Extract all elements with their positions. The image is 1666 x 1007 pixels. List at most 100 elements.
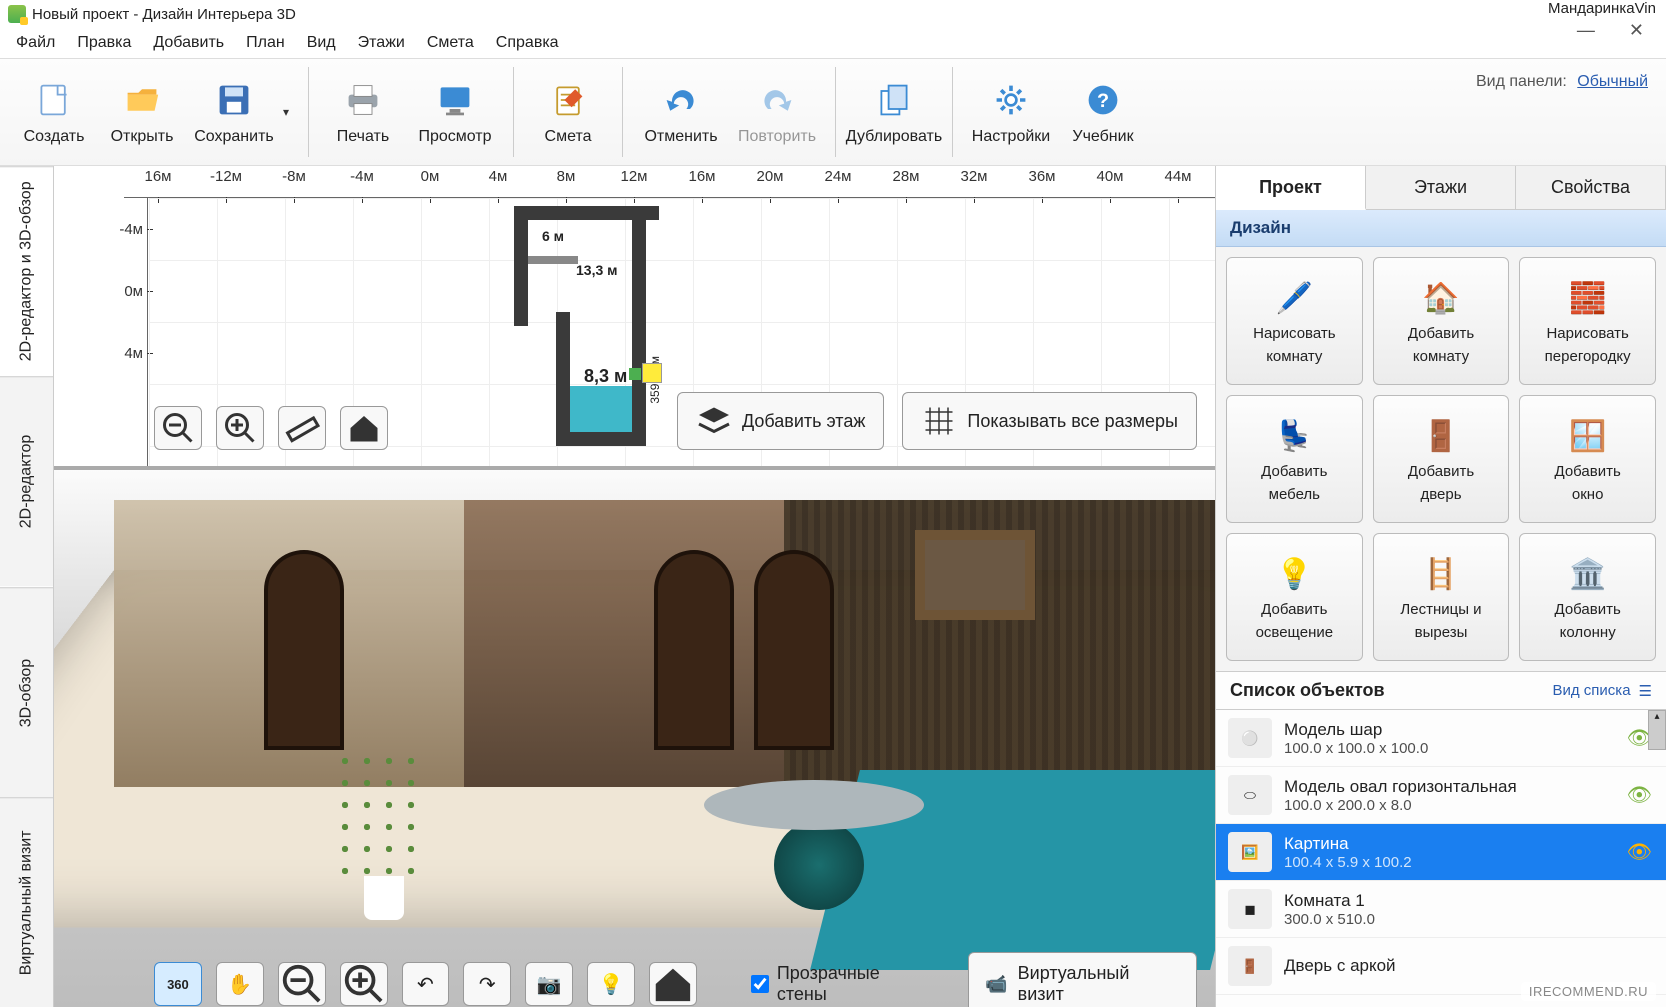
printer-icon (341, 78, 385, 122)
layers-icon (696, 403, 732, 439)
show-dimensions-button[interactable]: Показывать все размеры (902, 392, 1197, 450)
list-item[interactable]: ⬭ Модель овал горизонтальная100.0 x 200.… (1216, 767, 1666, 824)
left-tabs: 2D-редактор и 3D-обзор 2D-редактор 3D-об… (0, 166, 54, 1007)
help-button[interactable]: ? Учебник (1063, 72, 1143, 152)
window-controls: — ✕ (1577, 20, 1644, 41)
zoom-in-3d-button[interactable] (340, 962, 388, 1006)
rotate-right-button[interactable]: ↷ (463, 962, 511, 1006)
door-object (264, 550, 344, 750)
door-object (754, 550, 834, 750)
ruler-vertical: -4м 0м 4м (124, 198, 148, 466)
open-button[interactable]: Открыть (102, 72, 182, 152)
camera-icon: 📹 (985, 974, 1007, 995)
measure-button[interactable] (278, 406, 326, 450)
draw-room-button[interactable]: 🖊️Нарисоватькомнату (1226, 257, 1363, 385)
left-tab-virtual[interactable]: Виртуальный визит (0, 797, 53, 1007)
dimensions-icon (921, 403, 957, 439)
home-3d-button[interactable] (649, 962, 697, 1006)
add-floor-button[interactable]: Добавить этаж (677, 392, 884, 450)
panel-mode-link[interactable]: Обычный (1577, 73, 1648, 90)
add-column-button[interactable]: 🏛️Добавитьколонну (1519, 533, 1656, 661)
snapshot-button[interactable]: 📷 (525, 962, 573, 1006)
folder-open-icon (120, 78, 164, 122)
menu-edit[interactable]: Правка (67, 30, 141, 56)
monitor-icon (433, 78, 477, 122)
save-button[interactable]: Сохранить (190, 72, 278, 152)
add-room-button[interactable]: 🏠Добавитькомнату (1373, 257, 1510, 385)
selection-marker[interactable] (642, 363, 662, 383)
create-button[interactable]: Создать (14, 72, 94, 152)
estimate-button[interactable]: Смета (528, 72, 608, 152)
tab-project[interactable]: Проект (1216, 166, 1366, 210)
left-tab-2d3d[interactable]: 2D-редактор и 3D-обзор (0, 166, 53, 376)
design-section-header: Дизайн (1216, 210, 1666, 247)
left-tab-2d[interactable]: 2D-редактор (0, 376, 53, 586)
list-item[interactable]: ⚪ Модель шар100.0 x 100.0 x 100.0 👁 (1216, 710, 1666, 767)
view3d-toolbar: 360 ✋ ↶ ↷ 📷 💡 Прозрачные стены 📹 Виртуал… (154, 955, 1197, 1007)
object-list: ⚪ Модель шар100.0 x 100.0 x 100.0 👁 ⬭ Мо… (1216, 710, 1666, 1007)
pan-button[interactable]: ✋ (216, 962, 264, 1006)
zoom-out-3d-button[interactable] (278, 962, 326, 1006)
duplicate-button[interactable]: Дублировать (850, 72, 938, 152)
save-dropdown[interactable]: ▾ (278, 82, 294, 142)
window-icon: 🪟 (1567, 415, 1609, 457)
wall-icon: 🧱 (1567, 277, 1609, 319)
view-3d[interactable]: 360 ✋ ↶ ↷ 📷 💡 Прозрачные стены 📹 Виртуал… (54, 466, 1215, 1007)
add-lighting-button[interactable]: 💡Добавитьосвещение (1226, 533, 1363, 661)
column-icon: 🏛️ (1567, 553, 1609, 595)
menu-help[interactable]: Справка (486, 30, 569, 56)
stairs-button[interactable]: 🪜Лестницы ивырезы (1373, 533, 1510, 661)
add-window-button[interactable]: 🪟Добавитьокно (1519, 395, 1656, 523)
lighting-button[interactable]: 💡 (587, 962, 635, 1006)
menu-add[interactable]: Добавить (143, 30, 234, 56)
scrollbar[interactable]: ▴ (1648, 710, 1666, 750)
main-toolbar: Создать Открыть Сохранить ▾ Печать Просм… (0, 58, 1666, 166)
tab-properties[interactable]: Свойства (1516, 166, 1666, 209)
plant-object (334, 740, 424, 920)
print-button[interactable]: Печать (323, 72, 403, 152)
close-button[interactable]: ✕ (1629, 20, 1644, 41)
draw-partition-button[interactable]: 🧱Нарисоватьперегородку (1519, 257, 1656, 385)
undo-button[interactable]: Отменить (637, 72, 725, 152)
oval-icon: ⬭ (1228, 775, 1272, 815)
minimize-button[interactable]: — (1577, 20, 1595, 41)
menu-estimate[interactable]: Смета (417, 30, 484, 56)
titlebar: Новый проект - Дизайн Интерьера 3D Манда… (0, 0, 1666, 28)
stairs-icon: 🪜 (1420, 553, 1462, 595)
painting-object (915, 530, 1035, 620)
panel-mode: Вид панели: Обычный (1476, 73, 1648, 91)
menu-plan[interactable]: План (236, 30, 295, 56)
add-door-button[interactable]: 🚪Добавитьдверь (1373, 395, 1510, 523)
list-view-mode[interactable]: Вид списка ☰ (1553, 682, 1653, 700)
window-title: Новый проект - Дизайн Интерьера 3D (32, 6, 296, 23)
home-button[interactable] (340, 406, 388, 450)
menu-view[interactable]: Вид (297, 30, 346, 56)
undo-icon (659, 78, 703, 122)
plan-2d-view[interactable]: 16м -12м -8м -4м 0м 4м 8м 12м 16м 20м 24… (54, 166, 1215, 466)
preview-button[interactable]: Просмотр (411, 72, 499, 152)
view360-button[interactable]: 360 (154, 962, 202, 1006)
menu-file[interactable]: Файл (6, 30, 65, 56)
save-icon (212, 78, 256, 122)
tab-floors[interactable]: Этажи (1366, 166, 1516, 209)
settings-button[interactable]: Настройки (967, 72, 1055, 152)
visibility-icon[interactable]: 👁 (1627, 783, 1652, 808)
zoom-in-button[interactable] (216, 406, 264, 450)
virtual-visit-button[interactable]: 📹 Виртуальный визит (968, 952, 1197, 1007)
redo-button[interactable]: Повторить (733, 72, 821, 152)
username-label: МандаринкаVin (1548, 0, 1656, 17)
chair-icon: 💺 (1273, 415, 1315, 457)
visibility-icon[interactable]: 👁 (1627, 840, 1652, 865)
gear-icon (989, 78, 1033, 122)
zoom-out-button[interactable] (154, 406, 202, 450)
left-tab-3d[interactable]: 3D-обзор (0, 587, 53, 797)
bulb-icon: 💡 (1273, 553, 1315, 595)
list-item[interactable]: ◼ Комната 1300.0 x 510.0 (1216, 881, 1666, 938)
add-furniture-button[interactable]: 💺Добавитьмебель (1226, 395, 1363, 523)
menu-floors[interactable]: Этажи (348, 30, 415, 56)
rotate-left-button[interactable]: ↶ (402, 962, 450, 1006)
floorplan[interactable]: 6 м 13,3 м 8,3 м 359,9 см (514, 206, 659, 446)
object-list-header: Список объектов (1230, 680, 1385, 701)
list-item-selected[interactable]: 🖼️ Картина100.4 x 5.9 x 100.2 👁 (1216, 824, 1666, 881)
transparent-walls-checkbox[interactable]: Прозрачные стены (751, 963, 934, 1005)
